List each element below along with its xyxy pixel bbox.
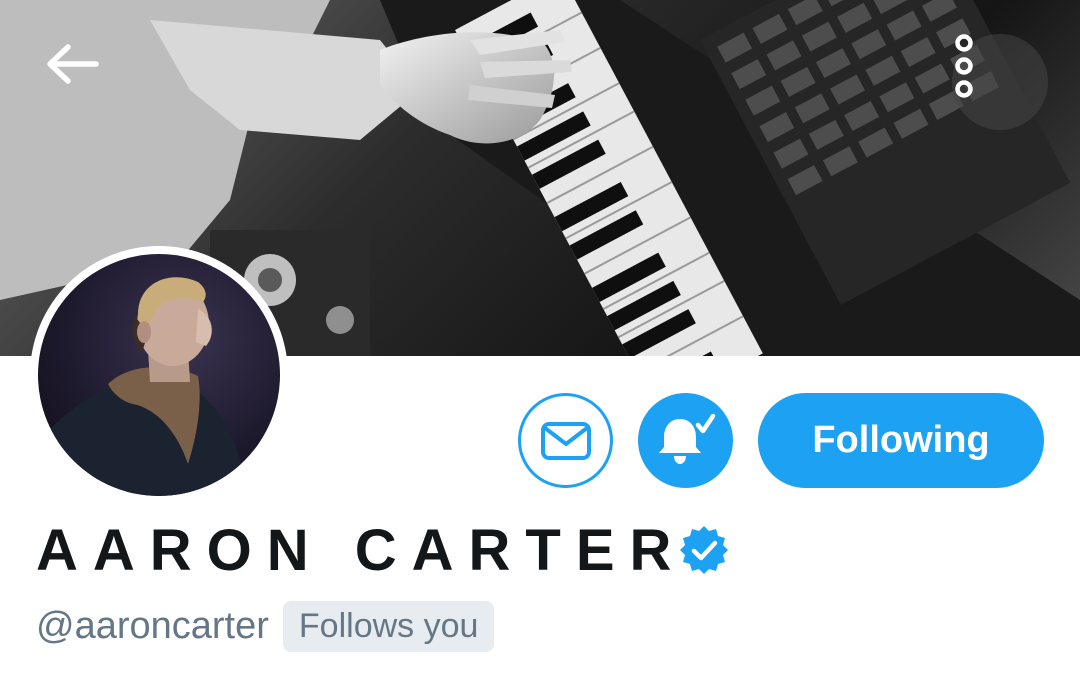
bell-check-icon	[658, 413, 715, 464]
following-button-label: Following	[812, 419, 990, 461]
profile-avatar[interactable]	[30, 246, 288, 504]
back-button[interactable]	[44, 42, 126, 124]
handle-row: @aaroncarter Follows you	[36, 598, 495, 654]
avatar-image	[38, 254, 280, 496]
more-options-button[interactable]	[952, 34, 1048, 130]
envelope-icon	[540, 421, 591, 460]
arrow-left-icon	[47, 44, 99, 84]
more-vertical-icon	[955, 34, 973, 98]
verified-badge-icon	[680, 526, 729, 574]
notifications-button[interactable]	[638, 393, 733, 488]
display-name: AARON CARTER	[36, 517, 687, 583]
user-handle: @aaroncarter	[36, 604, 269, 647]
following-button[interactable]: Following	[758, 393, 1044, 488]
follows-you-badge: Follows you	[282, 600, 495, 652]
display-name-row: AARON CARTER	[36, 515, 730, 585]
message-button[interactable]	[518, 393, 613, 488]
